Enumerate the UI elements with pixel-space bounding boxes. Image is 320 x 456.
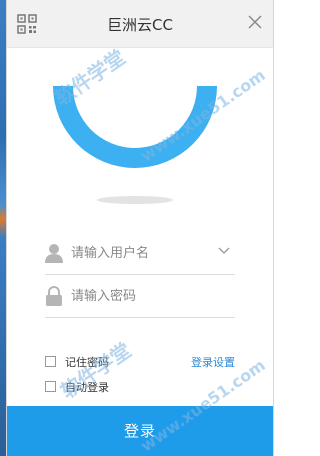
title-bar: 巨洲云CC: [7, 0, 273, 48]
login-button[interactable]: 登录: [7, 406, 273, 456]
remember-password-label: 记住密码: [65, 356, 109, 369]
auto-login-label: 自动登录: [65, 381, 109, 394]
password-field: [45, 277, 235, 318]
app-logo: [53, 86, 217, 204]
username-input[interactable]: [71, 240, 211, 266]
remember-password-checkbox[interactable]: [45, 356, 56, 367]
window-title: 巨洲云CC: [107, 16, 173, 34]
username-field: [45, 234, 235, 275]
lock-icon: [46, 286, 62, 306]
chevron-down-icon[interactable]: [217, 246, 231, 256]
login-window: 巨洲云CC 记住密码 登录设置 自动登录 登录: [6, 0, 274, 456]
user-icon: [45, 244, 63, 263]
password-input[interactable]: [71, 283, 211, 309]
auto-login-checkbox[interactable]: [45, 381, 56, 392]
login-settings-link[interactable]: 登录设置: [191, 354, 235, 370]
close-icon[interactable]: [245, 12, 265, 32]
